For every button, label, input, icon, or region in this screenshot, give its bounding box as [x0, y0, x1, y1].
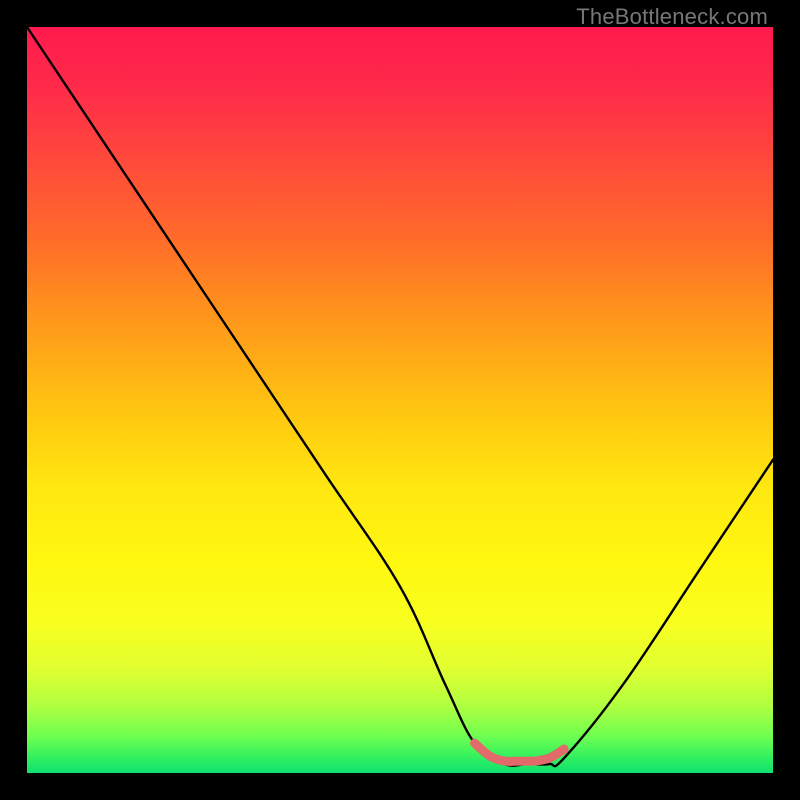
attribution-text: TheBottleneck.com [576, 4, 768, 30]
chart-svg [27, 27, 773, 773]
main-curve [27, 27, 773, 766]
plot-area [27, 27, 773, 773]
chart-container: TheBottleneck.com [0, 0, 800, 800]
highlight-segment [475, 743, 565, 761]
